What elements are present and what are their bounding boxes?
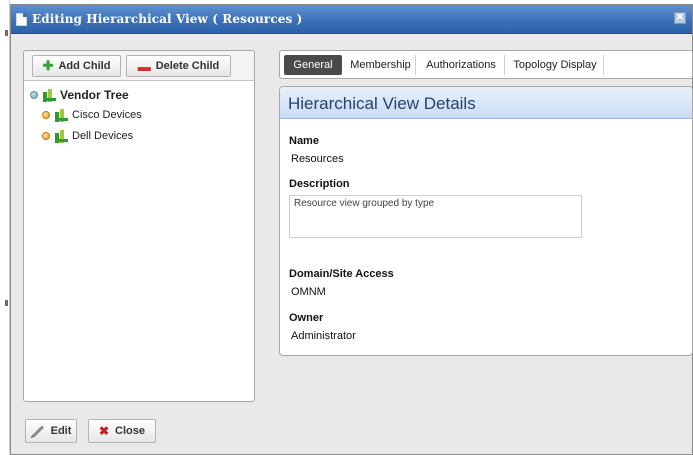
details-panel: Hierarchical View Details Name Resources… [279, 86, 693, 356]
name-value: Resources [291, 153, 344, 165]
status-orb-icon[interactable] [42, 132, 50, 140]
status-orb-icon[interactable] [42, 111, 50, 119]
tab-topology-display[interactable]: Topology Display [507, 55, 604, 75]
delete-child-button[interactable]: ▬ Delete Child [126, 55, 231, 77]
pencil-icon [31, 424, 44, 438]
add-child-button[interactable]: ✚ Add Child [32, 55, 121, 77]
owner-label: Owner [289, 312, 324, 324]
tree-node-root[interactable]: Vendor Tree [30, 87, 129, 103]
edit-button[interactable]: Edit [25, 419, 77, 443]
tree-node-label: Vendor Tree [60, 88, 129, 102]
tree-node-label: Cisco Devices [72, 109, 142, 121]
tab-bar: General Membership Authorizations Topolo… [279, 50, 693, 79]
dialog-title: Editing Hierarchical View ( Resources ) [32, 12, 303, 26]
editing-dialog: Editing Hierarchical View ( Resources ) … [10, 4, 693, 455]
domain-site-access-label: Domain/Site Access [289, 268, 394, 280]
background-window-edge [0, 0, 10, 455]
status-orb-icon[interactable] [30, 91, 38, 99]
tab-membership[interactable]: Membership [346, 55, 416, 75]
close-icon[interactable]: ✕ [674, 12, 686, 24]
tree-node-label: Dell Devices [72, 130, 134, 142]
tab-general[interactable]: General [284, 55, 342, 75]
edge-marker [5, 30, 8, 36]
description-field[interactable]: Resource view grouped by type [289, 195, 582, 238]
tree-node-child[interactable]: Dell Devices [42, 128, 133, 144]
tree-node-child[interactable]: Cisco Devices [42, 107, 142, 123]
plus-icon: ✚ [42, 58, 54, 73]
window-icon [16, 13, 27, 26]
delete-child-label: Delete Child [155, 60, 220, 72]
domain-site-access-value: OMNM [291, 286, 326, 298]
edit-label: Edit [50, 425, 72, 437]
minus-icon: ▬ [137, 58, 151, 74]
add-child-label: Add Child [58, 60, 111, 72]
name-label: Name [289, 135, 319, 147]
close-label: Close [115, 425, 146, 437]
close-button[interactable]: ✖ Close [88, 419, 156, 443]
tab-authorizations[interactable]: Authorizations [418, 55, 505, 75]
x-icon: ✖ [98, 424, 110, 438]
tree-panel: ✚ Add Child ▬ Delete Child Vendor Tree C… [23, 50, 255, 402]
tree-hierarchy-icon [55, 108, 68, 122]
description-label: Description [289, 178, 350, 190]
owner-value: Administrator [291, 330, 356, 342]
tree-toolbar: ✚ Add Child ▬ Delete Child [24, 51, 254, 81]
dialog-titlebar[interactable]: Editing Hierarchical View ( Resources ) … [11, 5, 692, 34]
details-title: Hierarchical View Details [288, 94, 476, 113]
tree-hierarchy-icon [43, 88, 56, 102]
details-header: Hierarchical View Details [280, 87, 692, 119]
tree-hierarchy-icon [55, 129, 68, 143]
edge-marker [5, 300, 8, 306]
